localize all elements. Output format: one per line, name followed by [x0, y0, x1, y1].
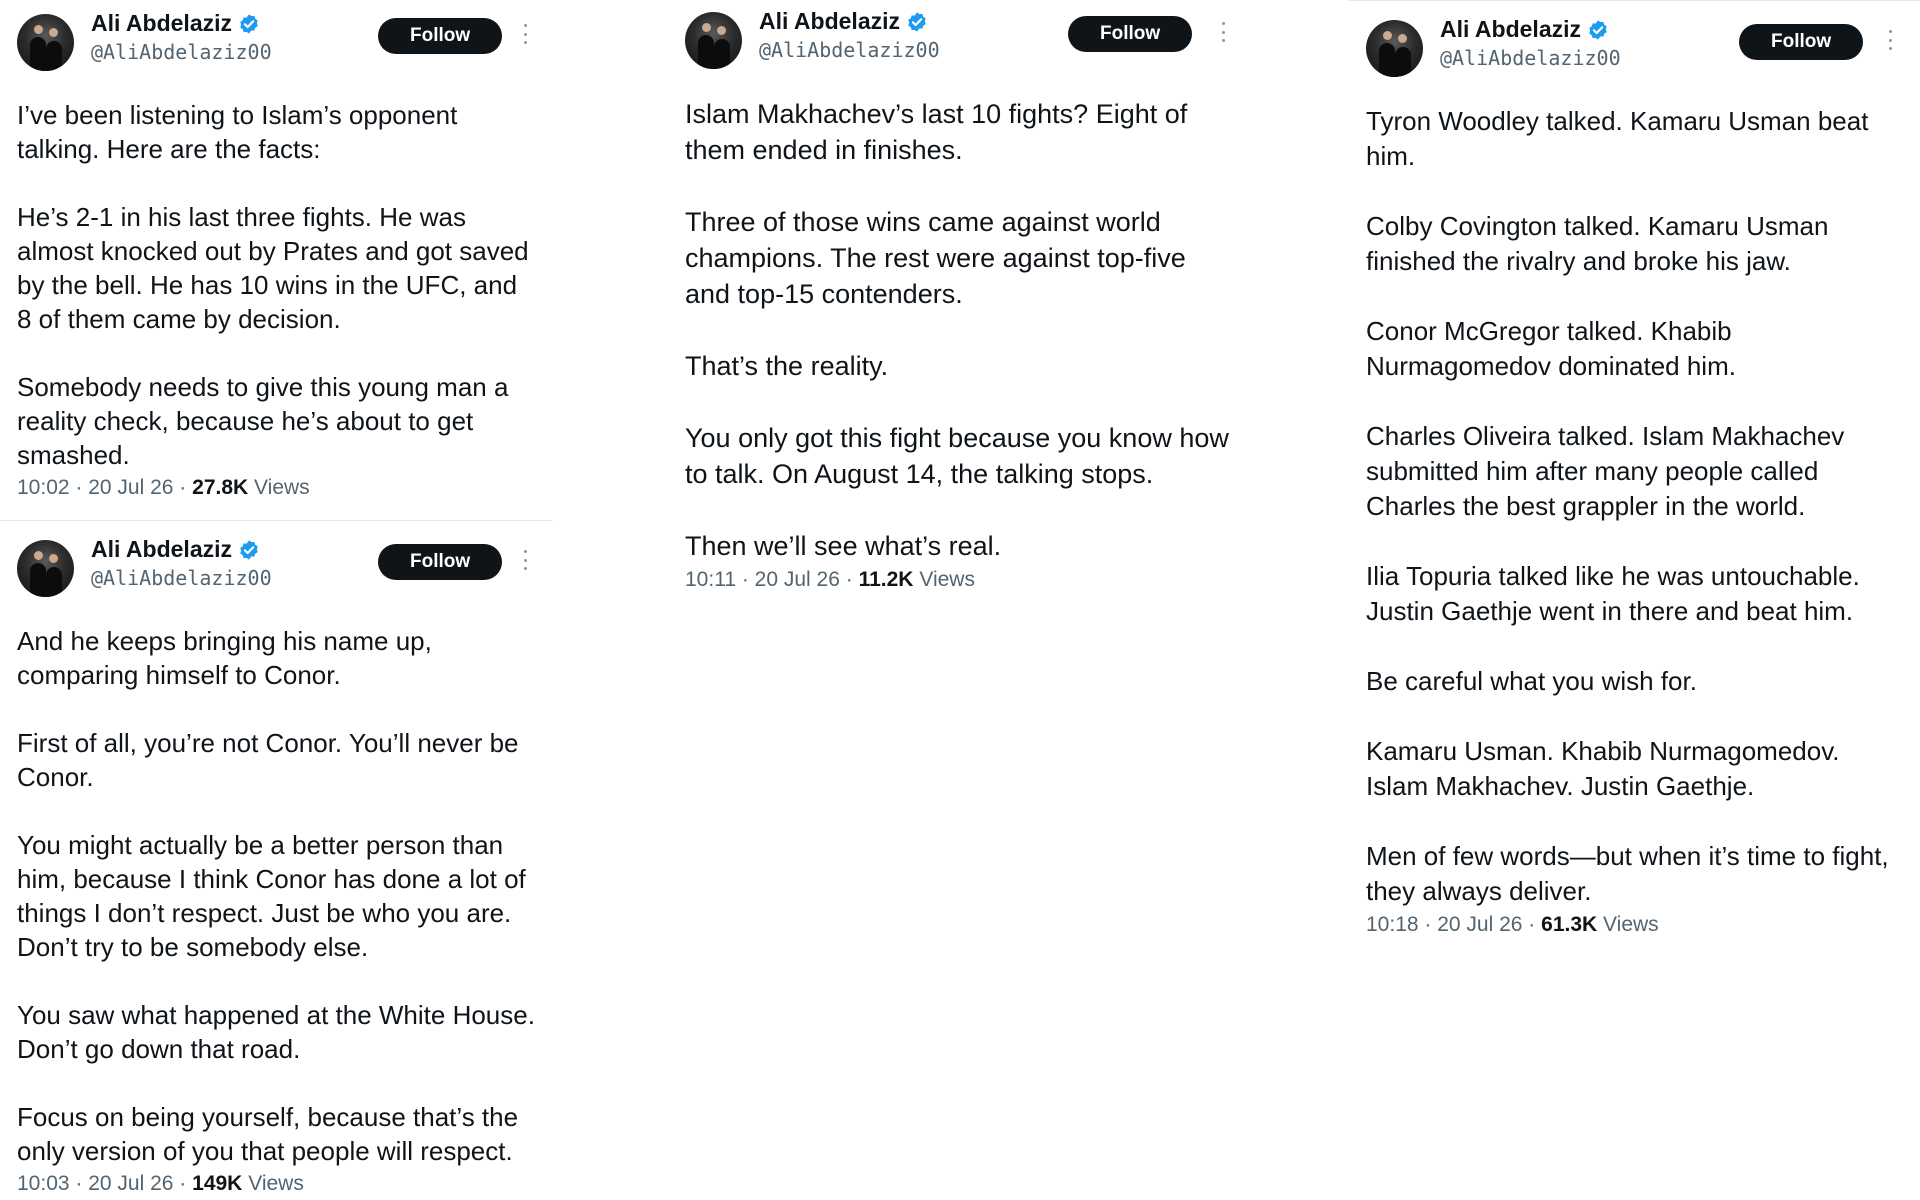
divider [1348, 0, 1920, 1]
author-name[interactable]: Ali Abdelaziz [1440, 16, 1609, 43]
view-count: 27.8K [192, 476, 249, 499]
tweet-date[interactable]: 20 Jul 26 [88, 1172, 173, 1195]
tweet-text: Islam Makhachev’s last 10 fights? Eight … [685, 96, 1235, 564]
more-icon[interactable] [522, 548, 528, 572]
views-label: Views [254, 476, 310, 499]
follow-button[interactable]: Follow [1068, 16, 1193, 52]
tweet-date[interactable]: 20 Jul 26 [88, 476, 173, 499]
more-icon[interactable] [1220, 20, 1226, 44]
tweet-card[interactable]: Ali Abdelaziz @AliAbdelaziz00 Follow I’v… [17, 10, 537, 500]
views-label: Views [1603, 913, 1659, 936]
tweet-meta: 10:02 · 20 Jul 26 · 27.8K Views [17, 476, 310, 499]
verified-badge-icon [240, 539, 258, 560]
tweet-paragraph: Men of few words—but when it’s time to f… [1366, 841, 1889, 906]
author-name[interactable]: Ali Abdelaziz [91, 10, 260, 37]
author-name[interactable]: Ali Abdelaziz [91, 536, 260, 563]
divider [0, 520, 553, 521]
tweet-paragraph: Somebody needs to give this young man a … [17, 372, 509, 470]
tweet-date[interactable]: 20 Jul 26 [1437, 913, 1522, 936]
tweet-text: I’ve been listening to Islam’s opponent … [17, 98, 537, 472]
views-label: Views [919, 568, 975, 591]
avatar[interactable] [1366, 20, 1423, 77]
author-handle[interactable]: @AliAbdelaziz00 [1440, 46, 1621, 70]
tweet-paragraph: And he keeps bringing his name up, compa… [17, 626, 432, 690]
verified-badge-icon [240, 13, 258, 34]
view-count: 11.2K [858, 568, 914, 591]
tweet-meta: 10:18 · 20 Jul 26 · 61.3K Views [1366, 913, 1659, 936]
tweet-paragraph: You saw what happened at the White House… [17, 1000, 535, 1064]
tweet-date[interactable]: 20 Jul 26 [755, 568, 840, 591]
tweet-paragraph: First of all, you’re not Conor. You’ll n… [17, 728, 519, 792]
author-name-text: Ali Abdelaziz [759, 8, 900, 34]
tweet-paragraph: That’s the reality. [685, 351, 889, 381]
tweet-header: Ali Abdelaziz @AliAbdelaziz00 Follow [17, 10, 537, 78]
author-name-text: Ali Abdelaziz [91, 536, 232, 562]
author-name-text: Ali Abdelaziz [1440, 16, 1581, 42]
tweet-paragraph: Conor McGregor talked. Khabib Nurmagomed… [1366, 316, 1736, 381]
author-handle[interactable]: @AliAbdelaziz00 [91, 40, 272, 64]
verified-badge-icon [1589, 19, 1607, 40]
tweet-paragraph: Focus on being yourself, because that’s … [17, 1102, 519, 1166]
tweet-time[interactable]: 10:11 [685, 568, 736, 591]
avatar[interactable] [685, 12, 742, 69]
tweet-paragraph: Tyron Woodley talked. Kamaru Usman beat … [1366, 106, 1869, 171]
tweet-paragraph: You might actually be a better person th… [17, 830, 526, 962]
tweet-meta: 10:03 · 20 Jul 26 · 149K Views [17, 1172, 304, 1195]
tweet-paragraph: You only got this fight because you know… [685, 423, 1229, 489]
tweet-card[interactable]: Ali Abdelaziz @AliAbdelaziz00 Follow And… [17, 536, 537, 1196]
tweet-text: And he keeps bringing his name up, compa… [17, 624, 537, 1168]
author-handle[interactable]: @AliAbdelaziz00 [91, 566, 272, 590]
view-count: 61.3K [1541, 913, 1598, 936]
view-count: 149K [192, 1172, 243, 1195]
tweet-card[interactable]: Ali Abdelaziz @AliAbdelaziz00 Follow Isl… [685, 8, 1235, 592]
tweet-header: Ali Abdelaziz @AliAbdelaziz00 Follow [17, 536, 537, 604]
tweet-header: Ali Abdelaziz @AliAbdelaziz00 Follow [685, 8, 1235, 76]
follow-button[interactable]: Follow [378, 544, 503, 580]
tweet-paragraph: He’s 2-1 in his last three fights. He wa… [17, 202, 529, 334]
avatar[interactable] [17, 14, 74, 71]
tweet-paragraph: Then we’ll see what’s real. [685, 531, 1002, 561]
tweet-paragraph: Be careful what you wish for. [1366, 666, 1697, 696]
avatar[interactable] [17, 540, 74, 597]
more-icon[interactable] [522, 22, 528, 46]
tweet-text: Tyron Woodley talked. Kamaru Usman beat … [1366, 104, 1901, 909]
tweet-meta: 10:11 · 20 Jul 26 · 11.2K Views [685, 568, 975, 591]
tweet-time[interactable]: 10:02 [17, 476, 70, 499]
tweet-paragraph: Charles Oliveira talked. Islam Makhachev… [1366, 421, 1845, 521]
tweet-paragraph: I’ve been listening to Islam’s opponent … [17, 100, 458, 164]
author-handle[interactable]: @AliAbdelaziz00 [759, 38, 940, 62]
author-name-text: Ali Abdelaziz [91, 10, 232, 36]
follow-button[interactable]: Follow [1739, 24, 1864, 60]
views-label: Views [248, 1172, 304, 1195]
tweet-time[interactable]: 10:18 [1366, 913, 1419, 936]
more-icon[interactable] [1887, 28, 1893, 52]
verified-badge-icon [908, 11, 926, 32]
tweet-paragraph: Islam Makhachev’s last 10 fights? Eight … [685, 99, 1188, 165]
tweet-time[interactable]: 10:03 [17, 1172, 70, 1195]
follow-button[interactable]: Follow [378, 18, 503, 54]
author-name[interactable]: Ali Abdelaziz [759, 8, 928, 35]
tweet-paragraph: Three of those wins came against world c… [685, 207, 1186, 309]
tweet-card[interactable]: Ali Abdelaziz @AliAbdelaziz00 Follow Tyr… [1366, 16, 1901, 937]
tweet-header: Ali Abdelaziz @AliAbdelaziz00 Follow [1366, 16, 1901, 84]
tweet-paragraph: Ilia Topuria talked like he was untoucha… [1366, 561, 1860, 626]
tweet-paragraph: Kamaru Usman. Khabib Nurmagomedov. Islam… [1366, 736, 1840, 801]
tweet-paragraph: Colby Covington talked. Kamaru Usman fin… [1366, 211, 1829, 276]
